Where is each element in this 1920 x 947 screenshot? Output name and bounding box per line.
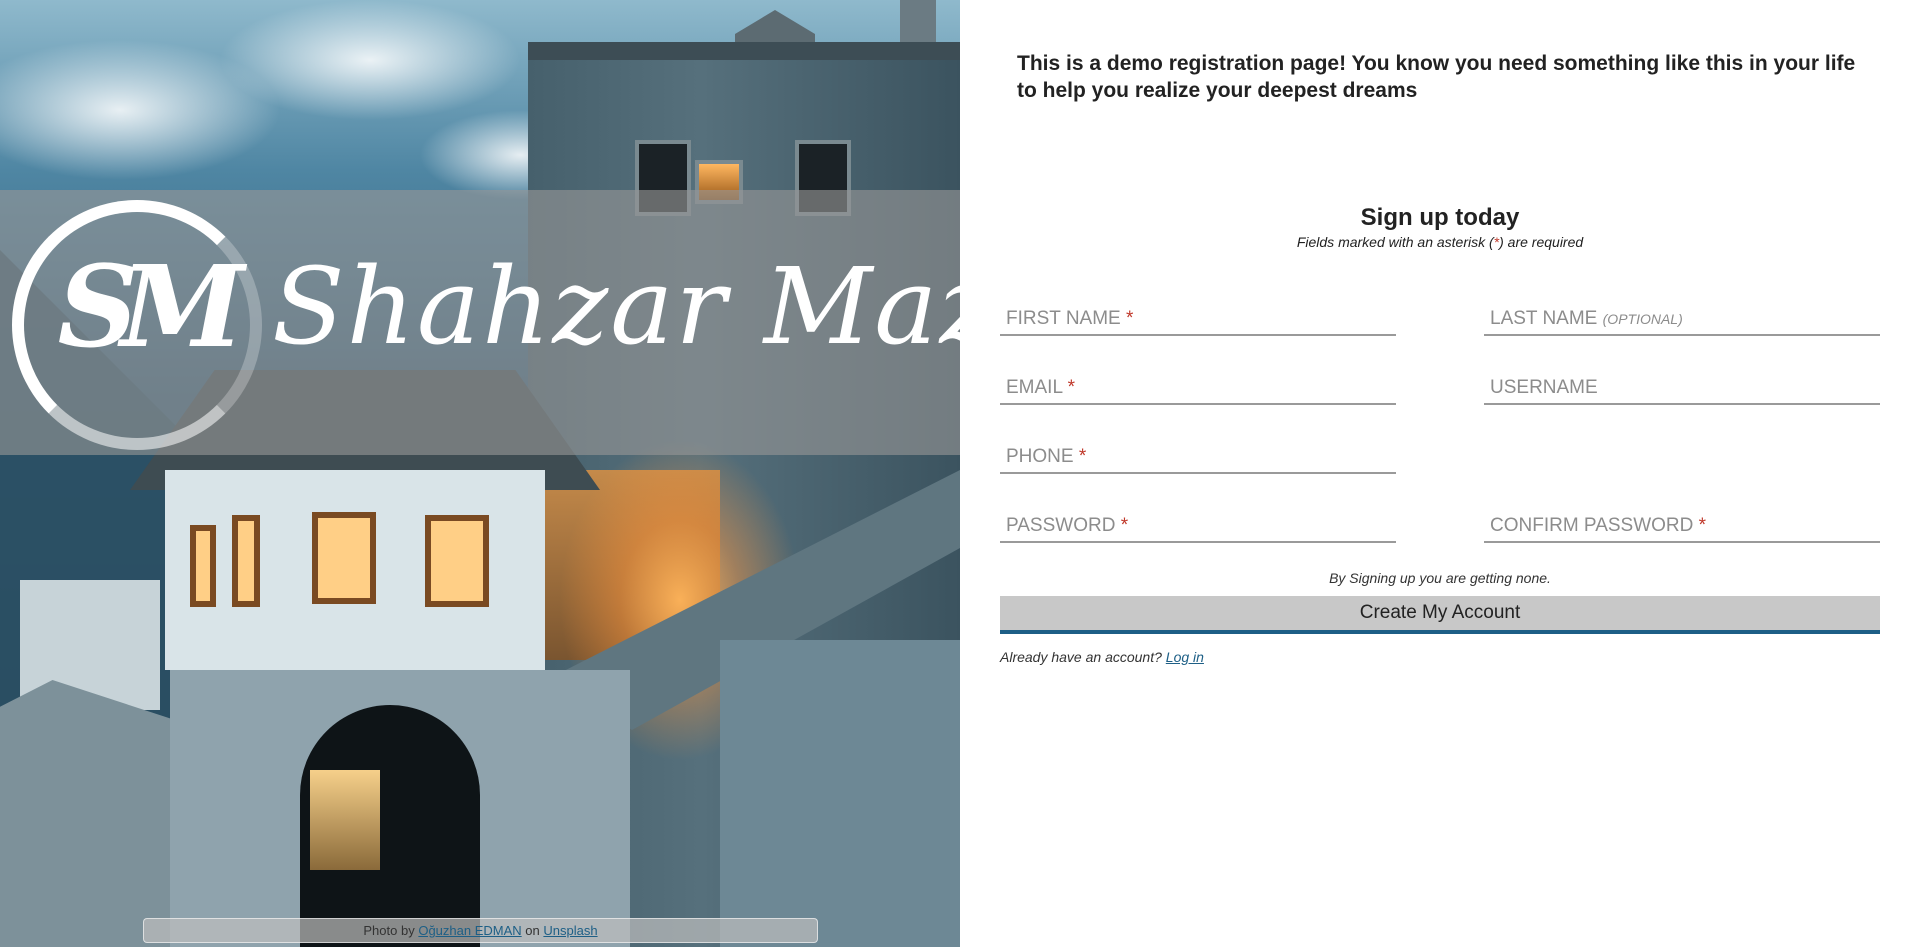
username-field: USERNAME: [1484, 369, 1884, 405]
password-input[interactable]: [1000, 507, 1400, 543]
terms-text: By Signing up you are getting none.: [1329, 570, 1551, 586]
signup-title: Sign up today: [1360, 204, 1520, 231]
intro-text: This is a demo registration page! You kn…: [1017, 52, 1856, 102]
email-field: EMAIL *: [1000, 369, 1400, 405]
first-name-field: FIRST NAME *: [1000, 300, 1400, 336]
login-prompt: Already have an account? Log in: [1000, 649, 1204, 665]
email-input[interactable]: [1000, 369, 1400, 405]
photo-credit: Photo by Oğuzhan EDMAN on Unsplash: [143, 918, 818, 943]
archway-shop: [310, 770, 380, 870]
create-account-button[interactable]: Create My Account: [1000, 596, 1880, 634]
house-window: [190, 525, 216, 607]
right-stone-wall: [720, 640, 960, 947]
credit-connector: on: [525, 923, 540, 938]
background-building: [0, 680, 175, 947]
login-link[interactable]: Log in: [1166, 649, 1204, 665]
login-prompt-text: Already have an account?: [1000, 649, 1162, 665]
house-window: [312, 512, 376, 604]
credit-source-link[interactable]: Unsplash: [543, 923, 597, 938]
logo-monogram: SM: [57, 242, 245, 373]
first-name-input[interactable]: [1000, 300, 1400, 336]
confirm-password-field: CONFIRM PASSWORD *: [1484, 507, 1884, 543]
phone-field: PHONE *: [1000, 438, 1400, 474]
last-name-input[interactable]: [1484, 300, 1884, 336]
username-input[interactable]: [1484, 369, 1884, 405]
logo-name: Shahzar Mazhar: [272, 245, 960, 368]
credit-prefix: Photo by: [363, 923, 415, 938]
last-name-field: LAST NAME (OPTIONAL): [1484, 300, 1884, 336]
hero-photo-panel: SM Shahzar Mazhar Photo by Oğuzhan EDMAN…: [0, 0, 960, 947]
house-window: [232, 515, 260, 607]
subtitle-prefix: Fields marked with an asterisk (: [1296, 234, 1494, 250]
confirm-password-input[interactable]: [1484, 507, 1884, 543]
cloud: [220, 0, 520, 120]
house-window: [425, 515, 489, 607]
password-field: PASSWORD *: [1000, 507, 1400, 543]
signup-subtitle: Fields marked with an asterisk (*) are r…: [960, 234, 1920, 250]
subtitle-suffix: ) are required: [1499, 234, 1584, 250]
registration-panel: This is a demo registration page! You kn…: [960, 0, 1920, 947]
phone-input[interactable]: [1000, 438, 1400, 474]
credit-author-link[interactable]: Oğuzhan EDMAN: [418, 923, 521, 938]
